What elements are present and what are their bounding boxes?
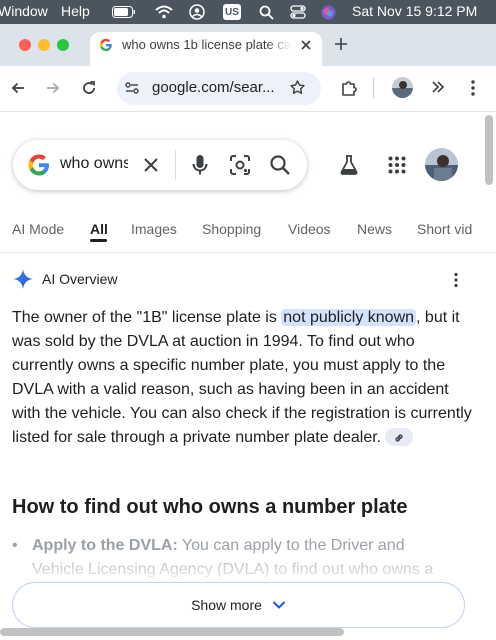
tab-title: who owns 1b license plate car	[122, 37, 292, 52]
image-search-lens-icon[interactable]	[229, 154, 251, 176]
extensions-puzzle-icon[interactable]	[340, 79, 358, 97]
spotlight-search-icon[interactable]	[258, 4, 274, 20]
zoom-window-button[interactable]	[57, 39, 69, 51]
chrome-menu-icon[interactable]	[469, 79, 477, 97]
tab-ai-mode[interactable]: AI Mode	[12, 221, 64, 237]
vertical-scrollbar[interactable]	[485, 115, 493, 185]
menubar-clock[interactable]: Sat Nov 15 9:12 PM	[352, 3, 477, 19]
google-favicon-icon	[99, 38, 113, 52]
help-menu[interactable]: Help	[61, 3, 90, 19]
user-account-icon[interactable]	[189, 4, 205, 20]
search-input[interactable]: who owns 1b license plate	[60, 155, 128, 173]
toolbar-divider	[373, 78, 374, 98]
url-text[interactable]: google.com/sear...	[152, 79, 275, 96]
horizontal-scrollbar[interactable]	[0, 628, 344, 636]
control-center-icon[interactable]	[289, 4, 307, 20]
link-icon	[395, 434, 403, 442]
battery-icon[interactable]	[112, 4, 136, 20]
search-submit-icon[interactable]	[269, 154, 291, 176]
siri-icon[interactable]	[320, 4, 336, 20]
minimize-window-button[interactable]	[38, 39, 50, 51]
highlighted-answer: not publicly known	[281, 309, 417, 326]
menu-bar: Window Help US Sat Nov 15 9:12 PM	[0, 0, 496, 24]
wifi-icon[interactable]	[155, 4, 173, 20]
ai-overview-paragraph: The owner of the "1B" license plate is n…	[12, 306, 477, 450]
section-heading: How to find out who owns a number plate	[12, 496, 408, 518]
active-tab-indicator	[90, 239, 107, 242]
input-source-indicator[interactable]: US	[223, 4, 241, 20]
ai-text-part-2: , but it was sold by the DVLA at auction…	[12, 309, 472, 446]
search-box[interactable]	[13, 140, 307, 190]
chevron-down-icon	[272, 600, 286, 610]
show-more-button[interactable]: Show more	[12, 582, 465, 628]
tab-news[interactable]: News	[357, 221, 392, 237]
back-icon[interactable]	[10, 80, 26, 96]
new-tab-icon[interactable]	[334, 37, 348, 51]
show-more-label: Show more	[191, 597, 262, 613]
search-box-divider	[175, 150, 176, 180]
google-apps-grid-icon[interactable]	[387, 155, 407, 175]
labs-flask-icon[interactable]	[338, 154, 360, 176]
close-window-button[interactable]	[19, 39, 31, 51]
clear-search-icon[interactable]	[142, 156, 160, 174]
ai-text-part-1: The owner of the "1B" license plate is	[12, 309, 282, 326]
close-tab-icon[interactable]	[299, 38, 313, 52]
tab-shopping[interactable]: Shopping	[202, 221, 261, 237]
bookmark-star-icon[interactable]	[289, 79, 306, 96]
tab-short-videos[interactable]: Short vid	[417, 221, 496, 237]
ai-overview-more-icon[interactable]	[452, 272, 460, 288]
reload-icon[interactable]	[81, 80, 97, 96]
forward-icon[interactable]	[45, 80, 61, 96]
ai-sparkle-icon	[12, 268, 34, 290]
tab-videos[interactable]: Videos	[288, 221, 331, 237]
ai-overview-title: AI Overview	[42, 271, 118, 287]
source-link-chip[interactable]	[385, 427, 414, 446]
site-info-icon[interactable]	[124, 80, 140, 96]
window-menu[interactable]: Window	[0, 3, 48, 19]
more-extensions-chevron-icon[interactable]	[431, 80, 445, 94]
tab-images[interactable]: Images	[131, 221, 177, 237]
tabs-divider	[0, 252, 496, 253]
voice-search-icon[interactable]	[190, 153, 210, 177]
tab-all[interactable]: All	[90, 221, 108, 237]
profile-avatar[interactable]	[392, 77, 413, 98]
account-avatar[interactable]	[425, 148, 458, 181]
google-logo-icon[interactable]	[27, 153, 51, 177]
